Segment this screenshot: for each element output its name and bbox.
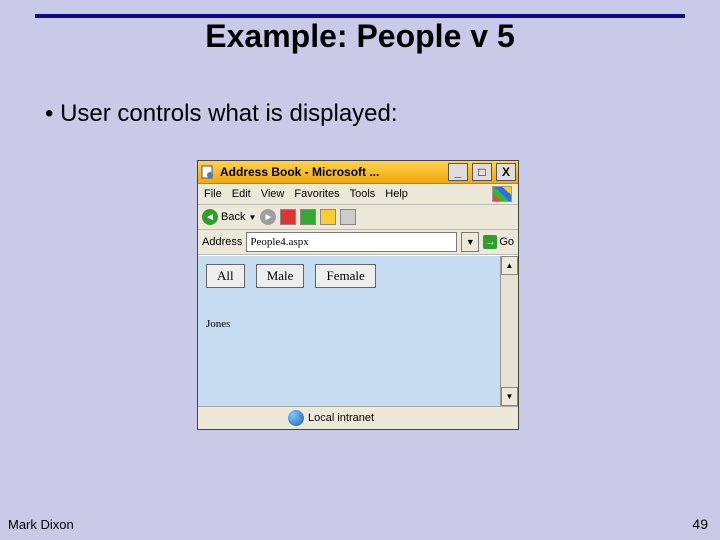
search-icon[interactable]	[340, 209, 356, 225]
male-button[interactable]: Male	[256, 264, 305, 288]
browser-window: Address Book - Microsoft ... _ □ X File …	[197, 160, 519, 430]
maximize-button[interactable]: □	[472, 163, 492, 181]
home-icon[interactable]	[320, 209, 336, 225]
title-bar: Address Book - Microsoft ... _ □ X	[198, 161, 518, 184]
slide-bullet: • User controls what is displayed:	[45, 100, 398, 128]
go-label: Go	[499, 236, 514, 248]
result-text: Jones	[206, 318, 492, 330]
status-bar: Local intranet	[198, 406, 518, 429]
close-button[interactable]: X	[496, 163, 516, 181]
female-button[interactable]: Female	[315, 264, 375, 288]
content-area: All Male Female Jones ▲ ▼	[198, 255, 518, 406]
vertical-scrollbar[interactable]: ▲ ▼	[500, 256, 518, 406]
all-button[interactable]: All	[206, 264, 245, 288]
scroll-down-button[interactable]: ▼	[501, 387, 518, 406]
address-label: Address	[202, 236, 242, 248]
stop-icon[interactable]	[280, 209, 296, 225]
address-bar: Address ▼ → Go	[198, 230, 518, 255]
back-arrow-icon: ◄	[202, 209, 218, 225]
scroll-track[interactable]	[501, 275, 518, 387]
address-dropdown[interactable]: ▼	[461, 232, 479, 252]
menu-view[interactable]: View	[261, 188, 285, 200]
menu-file[interactable]: File	[204, 188, 222, 200]
address-input[interactable]	[246, 232, 457, 252]
toolbar: ◄ Back ▼ ►	[198, 205, 518, 230]
scroll-up-button[interactable]: ▲	[501, 256, 518, 275]
refresh-icon[interactable]	[300, 209, 316, 225]
minimize-button[interactable]: _	[448, 163, 468, 181]
ie-page-icon	[200, 164, 216, 180]
status-text: Local intranet	[308, 412, 374, 424]
menu-edit[interactable]: Edit	[232, 188, 251, 200]
menu-help[interactable]: Help	[385, 188, 408, 200]
window-title: Address Book - Microsoft ...	[220, 165, 444, 179]
menu-tools[interactable]: Tools	[350, 188, 376, 200]
footer-page-number: 49	[692, 516, 708, 532]
footer-author: Mark Dixon	[8, 517, 74, 532]
menu-favorites[interactable]: Favorites	[294, 188, 339, 200]
go-arrow-icon: →	[483, 235, 497, 249]
menu-bar: File Edit View Favorites Tools Help	[198, 184, 518, 205]
go-button[interactable]: → Go	[483, 235, 514, 249]
windows-flag-icon	[492, 186, 512, 202]
page-body: All Male Female Jones	[198, 256, 500, 406]
back-button[interactable]: ◄ Back ▼	[202, 209, 256, 225]
forward-button[interactable]: ►	[260, 209, 276, 225]
slide-title: Example: People v 5	[0, 18, 720, 55]
back-label: Back	[221, 211, 245, 223]
zone-globe-icon	[288, 410, 304, 426]
chevron-down-icon: ▼	[248, 213, 256, 222]
